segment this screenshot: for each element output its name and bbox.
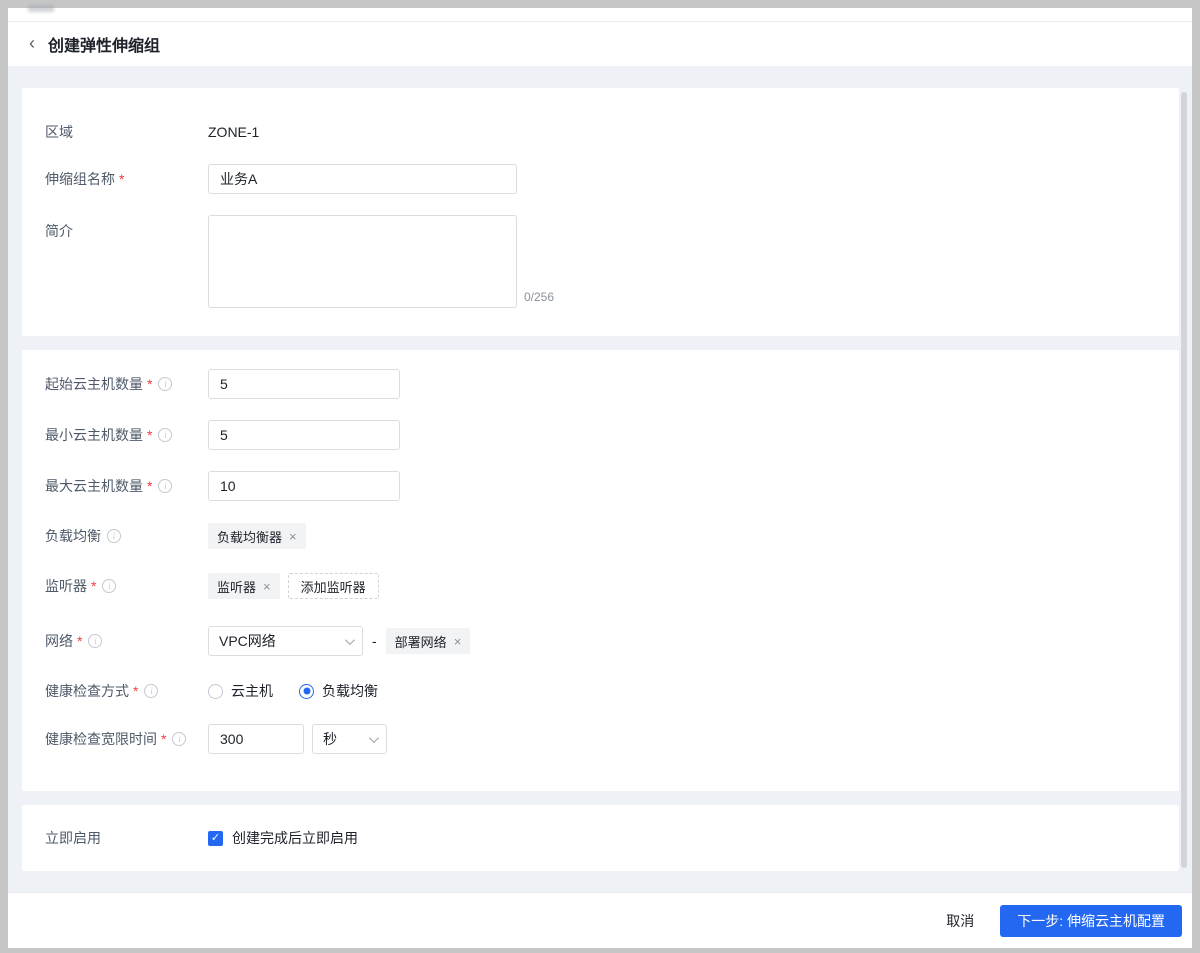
char-counter: 0/256	[524, 290, 555, 304]
listener-tag: 监听器 ×	[208, 573, 280, 599]
vpc-network-select[interactable]: VPC网络	[208, 626, 363, 656]
health-check-mode-row: 健康检查方式 * i 云主机 负载均衡	[22, 681, 1179, 701]
clipped-top-strip	[8, 5, 1192, 22]
checkbox-icon: ✓	[208, 830, 223, 846]
remove-tag-icon[interactable]: ×	[263, 579, 271, 594]
info-icon[interactable]: i	[102, 579, 117, 593]
listener-label: 监听器 * i	[45, 576, 208, 596]
vertical-scrollbar[interactable]	[1181, 92, 1187, 868]
radio-vm-instance[interactable]: 云主机	[208, 681, 273, 701]
create-autoscaling-group-page: ‹ 创建弹性伸缩组 区域 ZONE-1 伸缩组名称 * 简介	[8, 5, 1192, 948]
group-name-input[interactable]	[208, 164, 517, 194]
required-mark: *	[147, 478, 153, 494]
radio-icon	[208, 683, 223, 699]
initial-vm-count-row: 起始云主机数量 * i	[22, 369, 1179, 399]
region-value: ZONE-1	[208, 124, 260, 140]
group-name-label: 伸缩组名称 *	[45, 171, 125, 187]
time-unit-select[interactable]: 秒	[312, 724, 387, 754]
remove-tag-icon[interactable]: ×	[454, 634, 462, 649]
region-label: 区域	[45, 124, 73, 140]
min-vm-count-input[interactable]	[208, 420, 400, 450]
enable-now-checkbox[interactable]: ✓ 创建完成后立即启用	[208, 828, 358, 848]
load-balancer-tag: 负载均衡器 ×	[208, 523, 306, 549]
required-mark: *	[147, 376, 153, 392]
load-balancer-label: 负载均衡 i	[45, 526, 208, 546]
chevron-down-icon	[344, 634, 355, 645]
clipped-content-fragment	[28, 5, 54, 12]
group-name-row: 伸缩组名称 *	[22, 164, 1179, 194]
page-title: 创建弹性伸缩组	[48, 38, 161, 55]
health-check-mode-label: 健康检查方式 * i	[45, 681, 208, 701]
load-balancer-row: 负载均衡 i 负载均衡器 ×	[22, 523, 1179, 549]
remove-tag-icon[interactable]: ×	[289, 529, 297, 544]
min-vm-count-row: 最小云主机数量 * i	[22, 420, 1179, 450]
region-row: 区域 ZONE-1	[22, 122, 1179, 142]
cancel-button[interactable]: 取消	[936, 905, 984, 937]
required-mark: *	[77, 633, 83, 649]
content-area: 区域 ZONE-1 伸缩组名称 * 简介 0/256	[8, 66, 1192, 892]
max-vm-count-row: 最大云主机数量 * i	[22, 471, 1179, 501]
info-icon[interactable]: i	[158, 479, 173, 493]
info-icon[interactable]: i	[158, 428, 173, 442]
max-vm-count-input[interactable]	[208, 471, 400, 501]
network-row: 网络 * i VPC网络 - 部署网络 ×	[22, 626, 1179, 656]
enable-now-row: 立即启用 ✓ 创建完成后立即启用	[22, 828, 1179, 848]
info-icon[interactable]: i	[158, 377, 173, 391]
required-mark: *	[119, 171, 125, 187]
required-mark: *	[133, 683, 139, 699]
initial-vm-count-label: 起始云主机数量 * i	[45, 374, 208, 394]
scaling-config-card: 起始云主机数量 * i 最小云主机数量 * i 最大云主机数量 * i	[22, 350, 1179, 791]
description-label: 简介	[45, 223, 73, 239]
grace-period-input[interactable]	[208, 724, 304, 754]
min-vm-count-label: 最小云主机数量 * i	[45, 425, 208, 445]
listener-row: 监听器 * i 监听器 × 添加监听器	[22, 573, 1179, 599]
initial-vm-count-input[interactable]	[208, 369, 400, 399]
add-listener-button[interactable]: 添加监听器	[287, 573, 379, 599]
description-row: 简介 0/256	[22, 215, 1179, 308]
deploy-network-tag: 部署网络 ×	[385, 628, 471, 654]
page-header: ‹ 创建弹性伸缩组	[8, 22, 1192, 66]
info-icon[interactable]: i	[144, 684, 159, 698]
enable-now-label: 立即启用	[45, 830, 101, 846]
info-icon[interactable]: i	[172, 732, 187, 746]
radio-load-balancer[interactable]: 负载均衡	[299, 681, 378, 701]
required-mark: *	[161, 731, 167, 747]
network-separator: -	[372, 633, 377, 649]
chevron-down-icon	[368, 732, 379, 743]
network-label: 网络 * i	[45, 631, 208, 651]
enable-card: 立即启用 ✓ 创建完成后立即启用	[22, 805, 1179, 871]
page-footer: 取消 下一步: 伸缩云主机配置	[8, 892, 1192, 948]
required-mark: *	[147, 427, 153, 443]
grace-period-label: 健康检查宽限时间 * i	[45, 729, 208, 749]
grace-period-row: 健康检查宽限时间 * i 秒	[22, 724, 1179, 754]
next-step-button[interactable]: 下一步: 伸缩云主机配置	[1000, 904, 1182, 937]
basic-info-card: 区域 ZONE-1 伸缩组名称 * 简介 0/256	[22, 88, 1179, 336]
description-textarea[interactable]	[208, 215, 517, 308]
info-icon[interactable]: i	[88, 634, 103, 648]
required-mark: *	[91, 578, 97, 594]
back-icon[interactable]: ‹	[22, 34, 42, 52]
radio-icon	[299, 683, 314, 699]
max-vm-count-label: 最大云主机数量 * i	[45, 476, 208, 496]
info-icon[interactable]: i	[107, 529, 121, 543]
